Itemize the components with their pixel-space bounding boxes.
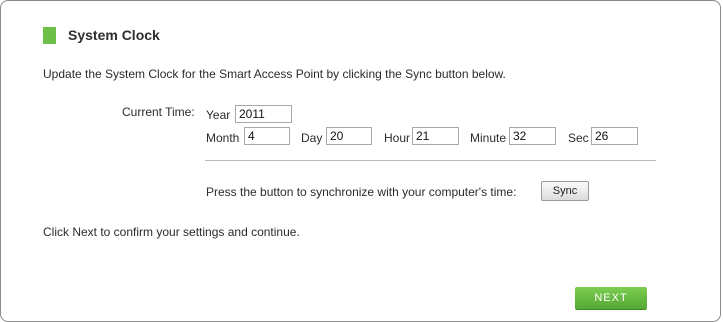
year-label: Year xyxy=(206,108,231,122)
year-field[interactable] xyxy=(235,105,292,123)
month-label: Month xyxy=(206,131,240,145)
sec-field[interactable] xyxy=(591,127,638,145)
hour-field[interactable] xyxy=(412,127,459,145)
intro-text: Update the System Clock for the Smart Ac… xyxy=(43,67,506,81)
page-title: System Clock xyxy=(68,27,160,43)
minute-field[interactable] xyxy=(509,127,556,145)
sync-button[interactable]: Sync xyxy=(541,181,589,201)
footer-text: Click Next to confirm your settings and … xyxy=(43,225,300,239)
day-field[interactable] xyxy=(326,127,372,145)
next-button[interactable]: NEXT xyxy=(575,287,647,309)
hour-label: Hour xyxy=(384,131,411,145)
current-time-label: Current Time: xyxy=(122,105,195,119)
page-header: System Clock xyxy=(43,26,160,44)
system-clock-panel: System Clock Update the System Clock for… xyxy=(0,0,721,322)
sync-prompt: Press the button to synchronize with you… xyxy=(206,185,517,199)
minute-label: Minute xyxy=(470,131,507,145)
day-label: Day xyxy=(301,131,323,145)
section-divider xyxy=(205,160,656,161)
title-marker-icon xyxy=(43,26,56,44)
sec-label: Sec xyxy=(568,131,589,145)
month-field[interactable] xyxy=(244,127,290,145)
